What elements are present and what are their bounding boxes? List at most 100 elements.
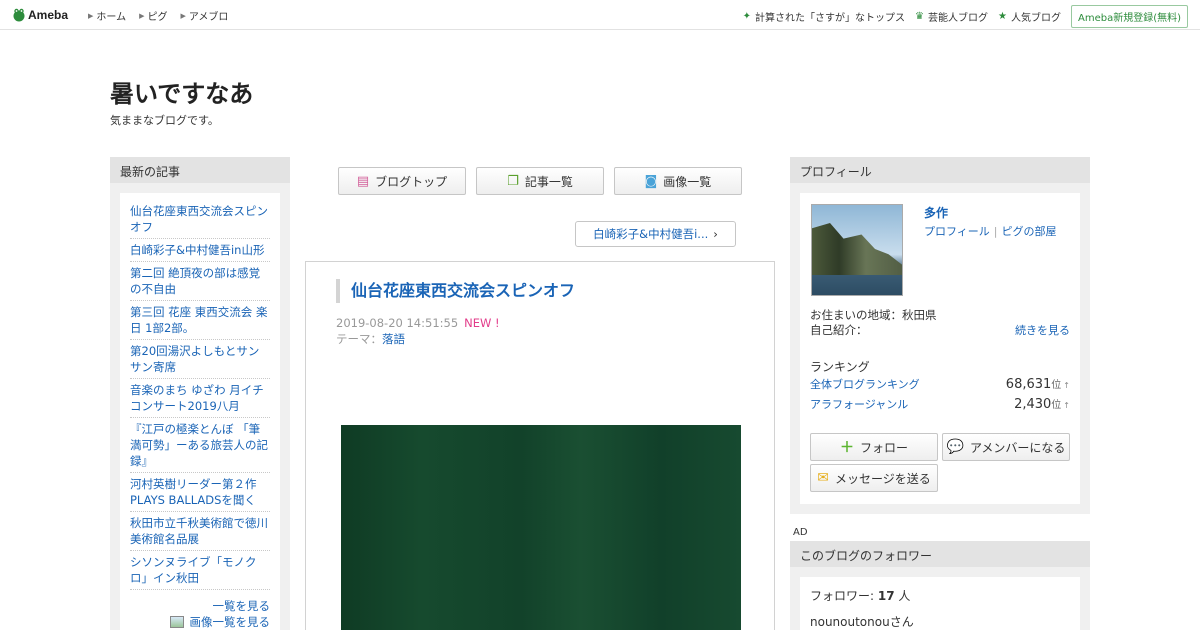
article-image[interactable] bbox=[341, 425, 741, 630]
nav-label: アメブロ bbox=[188, 12, 229, 23]
ranking-genre-link[interactable]: アラフォージャンル bbox=[810, 396, 908, 412]
sparkle-icon: ✦ bbox=[742, 11, 752, 22]
nav-pigg[interactable]: ▶ ピグ bbox=[139, 8, 168, 24]
copy-document-icon: ❐ bbox=[507, 173, 519, 189]
follower-name[interactable]: nounoutonouさん bbox=[810, 613, 1070, 630]
triangle-right-icon: ▶ bbox=[139, 11, 145, 20]
recent-article-link[interactable]: 秋田市立千秋美術館で徳川美術館名品展 bbox=[130, 512, 270, 551]
global-nav: ▶ ホーム ▶ ピグ ▶ アメブロ bbox=[88, 8, 241, 24]
followers-heading: このブログのフォロワー bbox=[790, 541, 1090, 567]
theme-label: テーマ： bbox=[336, 332, 382, 346]
ranking-unit: 位 bbox=[1051, 400, 1062, 411]
article-meta: 2019-08-20 14:51:55 NEW ! テーマ：落語 bbox=[336, 315, 500, 347]
amember-button[interactable]: 💬 アメンバーになる bbox=[942, 433, 1070, 461]
followers-unit: 人 bbox=[898, 589, 911, 603]
recent-article-link[interactable]: シソンヌライブ「モノクロ」イン秋田 bbox=[130, 551, 270, 590]
image-list-button[interactable]: ◙ 画像一覧 bbox=[614, 167, 742, 195]
logo-text: Ameba bbox=[28, 8, 69, 22]
view-image-list-label: 画像一覧を見る bbox=[189, 615, 271, 629]
blog-title[interactable]: 暑いですなあ bbox=[110, 74, 253, 109]
register-button[interactable]: Ameba新規登録(無料) bbox=[1070, 5, 1188, 28]
arrow-up-icon: ↑ bbox=[1063, 401, 1070, 410]
top-link-label: 芸能人ブログ bbox=[928, 13, 989, 24]
view-list-link[interactable]: 一覧を見る bbox=[130, 598, 271, 614]
follow-button[interactable]: ＋ フォロー bbox=[810, 433, 938, 461]
arrow-up-icon: ↑ bbox=[1063, 381, 1070, 390]
recent-article-link[interactable]: 第20回湯沢よしもとサンサン寄席 bbox=[130, 340, 270, 379]
next-article-button[interactable]: 白崎彩子&中村健吾i... › bbox=[575, 221, 736, 247]
recent-articles-list: 仙台花座東西交流会スピンオフ 白崎彩子&中村健吾in山形 第二回 絶頂夜の部は感… bbox=[120, 193, 280, 630]
profile-heading: プロフィール bbox=[790, 157, 1090, 183]
ranking-heading: ランキング bbox=[810, 360, 870, 374]
profile-box: プロフィール 多作 プロフィール | ピグの部屋 お住まいの地域：秋田県 自己紹介：… bbox=[790, 157, 1090, 514]
article: 仙台花座東西交流会スピンオフ 2019-08-20 14:51:55 NEW ! … bbox=[305, 261, 775, 630]
envelope-icon: ✉ bbox=[817, 470, 829, 486]
followers-count: 17 bbox=[877, 589, 895, 603]
top-bar: Ameba ▶ ホーム ▶ ピグ ▶ アメブロ ✦ 計算された「さすが」なトップス ♛ 芸… bbox=[0, 0, 1200, 30]
document-icon: ▤ bbox=[356, 173, 370, 189]
article-title[interactable]: 仙台花座東西交流会スピンオフ bbox=[336, 279, 575, 303]
ranking-number: 2,430 bbox=[1014, 397, 1052, 412]
top-right-links: ✦ 計算された「さすが」なトップス ♛ 芸能人ブログ ★ 人気ブログ Ameba新規登… bbox=[743, 5, 1188, 28]
triangle-right-icon: ▶ bbox=[180, 11, 186, 20]
top-link-popular[interactable]: ★ 人気ブログ bbox=[998, 9, 1061, 24]
top-link-tops[interactable]: ✦ 計算された「さすが」なトップス bbox=[743, 9, 905, 24]
recent-article-link[interactable]: 白崎彩子&中村健吾in山形 bbox=[130, 239, 270, 262]
profile-content: 多作 プロフィール | ピグの部屋 お住まいの地域：秋田県 自己紹介： 続きを見る … bbox=[800, 193, 1080, 504]
ameba-logo[interactable]: Ameba bbox=[13, 7, 68, 23]
profile-intro-label: 自己紹介： bbox=[810, 323, 868, 337]
next-article-label: 白崎彩子&中村健吾i... bbox=[593, 227, 709, 241]
recent-article-link[interactable]: 河村英樹リーダー第２作PLAYS BALLADSを聞く bbox=[130, 473, 270, 512]
recent-article-link[interactable]: 音楽のまち ゆざわ 月イチコンサート2019八月 bbox=[130, 379, 270, 418]
ranking-genre: アラフォージャンル 2,430位 ↑ bbox=[810, 396, 1070, 412]
followers-count-row: フォロワー: 17 人 bbox=[810, 587, 1070, 604]
chevron-right-icon: › bbox=[713, 227, 718, 241]
followers-label: フォロワー: bbox=[810, 589, 875, 603]
profile-location: お住まいの地域：秋田県 bbox=[810, 308, 937, 322]
ad-label: AD bbox=[793, 527, 808, 538]
ranking-genre-value: 2,430位 ↑ bbox=[1014, 396, 1070, 412]
top-link-label: 計算された「さすが」なトップス bbox=[755, 13, 906, 24]
view-image-list-link[interactable]: 画像一覧を見る bbox=[130, 614, 270, 630]
recent-article-link[interactable]: 第二回 絶頂夜の部は感覚の不自由 bbox=[130, 262, 270, 301]
ranking-overall-value: 68,631位 ↑ bbox=[1006, 376, 1070, 392]
amember-label: アメンバーになる bbox=[970, 440, 1066, 455]
read-more-link[interactable]: 続きを見る bbox=[1015, 322, 1070, 338]
nav-label: ホーム bbox=[96, 12, 127, 23]
recent-article-link[interactable]: 仙台花座東西交流会スピンオフ bbox=[130, 203, 270, 239]
recent-article-link[interactable]: 『江戸の極楽とんぼ 「筆満可勢」ーある旅芸人の記録』 bbox=[130, 418, 270, 473]
triangle-right-icon: ▶ bbox=[88, 11, 94, 20]
ranking-overall-link[interactable]: 全体ブログランキング bbox=[810, 376, 920, 392]
plus-icon: ＋ bbox=[839, 440, 854, 456]
nav-home[interactable]: ▶ ホーム bbox=[88, 8, 127, 24]
profile-link[interactable]: プロフィール bbox=[924, 225, 990, 238]
send-message-button[interactable]: ✉ メッセージを送る bbox=[810, 464, 938, 492]
recent-articles-box: 最新の記事 仙台花座東西交流会スピンオフ 白崎彩子&中村健吾in山形 第二回 絶… bbox=[110, 157, 290, 630]
pigg-room-link[interactable]: ピグの部屋 bbox=[1002, 225, 1057, 238]
profile-avatar[interactable] bbox=[811, 204, 903, 296]
follow-label: フォロー bbox=[859, 440, 908, 455]
top-link-label: 人気ブログ bbox=[1010, 13, 1061, 24]
blog-description: 気ままなブログです。 bbox=[110, 114, 219, 127]
separator: | bbox=[993, 225, 998, 238]
speech-bubble-icon: 💬 bbox=[946, 439, 965, 455]
image-icon bbox=[169, 616, 184, 628]
profile-name[interactable]: 多作 bbox=[924, 204, 948, 221]
article-list-button[interactable]: ❐ 記事一覧 bbox=[476, 167, 604, 195]
new-badge: NEW ! bbox=[464, 316, 500, 330]
followers-content: フォロワー: 17 人 nounoutonouさん bbox=[800, 577, 1080, 630]
ranking-unit: 位 bbox=[1051, 380, 1062, 391]
blog-top-button[interactable]: ▤ ブログトップ bbox=[338, 167, 466, 195]
send-message-label: メッセージを送る bbox=[834, 471, 931, 486]
ranking-number: 68,631 bbox=[1005, 377, 1052, 392]
camera-icon: ◙ bbox=[644, 173, 658, 189]
theme-link[interactable]: 落語 bbox=[382, 332, 405, 346]
ranking-overall: 全体ブログランキング 68,631位 ↑ bbox=[810, 376, 1070, 392]
recent-article-link[interactable]: 第三回 花座 東西交流会 楽日 1部2部。 bbox=[130, 301, 270, 340]
nav-label: ピグ bbox=[147, 12, 168, 23]
nav-ameblo[interactable]: ▶ アメブロ bbox=[180, 8, 229, 24]
blog-top-label: ブログトップ bbox=[375, 174, 448, 189]
top-link-celebrity[interactable]: ♛ 芸能人ブログ bbox=[915, 9, 988, 24]
recent-list-links: 一覧を見る 画像一覧を見る bbox=[130, 598, 270, 630]
profile-links: プロフィール | ピグの部屋 bbox=[924, 223, 1057, 239]
